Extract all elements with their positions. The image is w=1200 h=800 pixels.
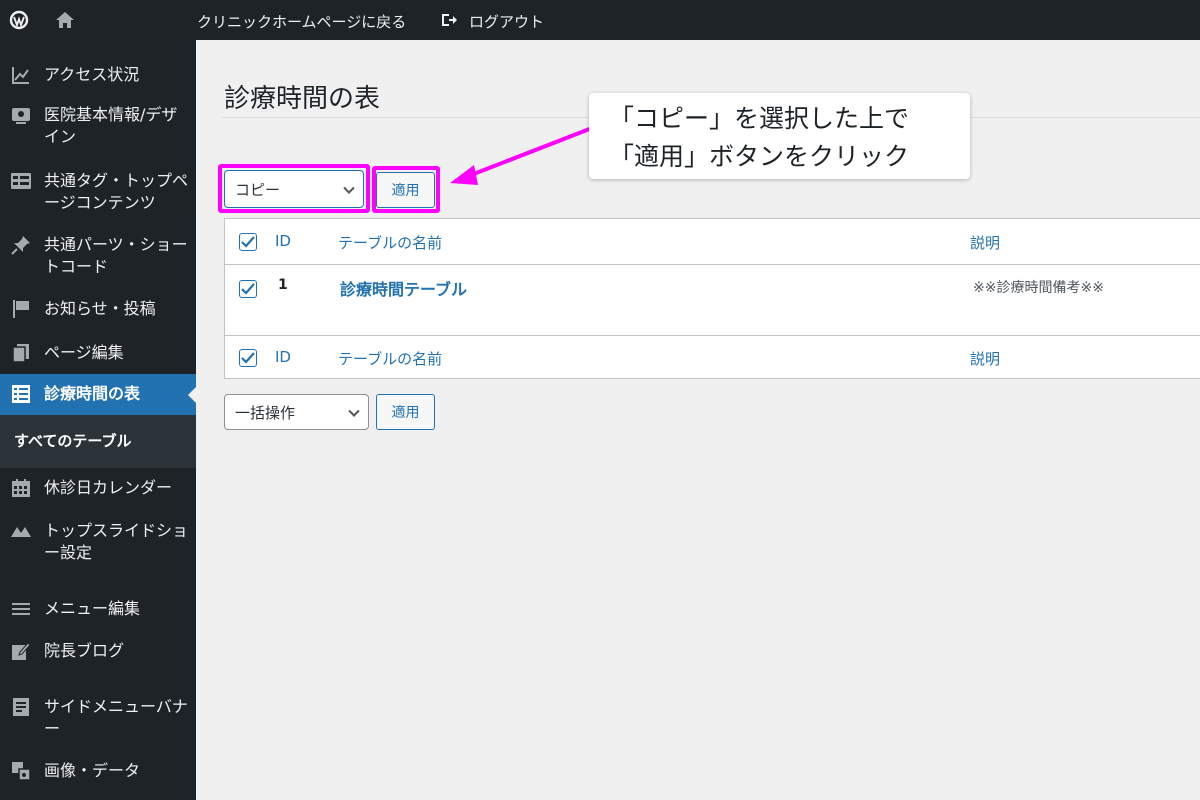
highlight-box-apply (372, 166, 440, 213)
sidebar-item-blog[interactable]: 院長ブログ (0, 640, 196, 666)
header-divider (225, 264, 1200, 265)
admin-sidebar: アクセス状況 医院基本情報/デザイン 共通タグ・トップページコンテンツ 共通パー… (0, 40, 196, 800)
callout-line-2: 「適用」ボタンをクリック (609, 142, 910, 171)
sidebar-item-shortcodes[interactable]: 共通パーツ・ショートコード (0, 234, 196, 284)
submenu-all-tables[interactable]: すべてのテーブル (0, 415, 196, 468)
bulk-action-selected-value: 一括操作 (235, 403, 296, 422)
instruction-callout: 「コピー」を選択した上で 「適用」ボタンをクリック (589, 93, 970, 179)
select-all-checkbox-footer[interactable] (239, 349, 257, 367)
column-footer-description: 説明 (970, 350, 1001, 368)
checkmark-icon (241, 236, 255, 248)
document-icon (10, 696, 32, 718)
sidebar-item-clinic-info[interactable]: 医院基本情報/デザイン (0, 104, 196, 154)
sidebar-item-access[interactable]: アクセス状況 (0, 64, 196, 90)
sidebar-item-label: 診療時間の表 (44, 384, 141, 403)
column-header-id[interactable]: ID (275, 232, 291, 250)
column-footer-name[interactable]: テーブルの名前 (338, 348, 442, 369)
sidebar-item-label: 医院基本情報/デザイン (44, 105, 178, 146)
page-title: 診療時間の表 (224, 84, 381, 114)
select-all-checkbox[interactable] (239, 233, 257, 251)
submenu-item-label: すべてのテーブル (14, 432, 132, 450)
sidebar-item-calendar[interactable]: 休診日カレンダー (0, 477, 196, 503)
back-to-site-link[interactable]: クリニックホームページに戻る (197, 11, 406, 32)
chevron-down-icon (348, 405, 360, 417)
sidebar-item-label: トップスライドショー設定 (44, 521, 189, 562)
sidebar-item-label: サイドメニューバナー (44, 697, 188, 738)
flag-icon (10, 298, 32, 320)
row-id: 1 (278, 277, 288, 293)
highlight-box-select (218, 164, 370, 213)
admin-topbar: クリニックホームページに戻る ログアウト (0, 0, 1200, 40)
active-menu-arrow (188, 387, 196, 403)
wp-logo-icon[interactable] (8, 10, 30, 30)
sidebar-item-label: アクセス状況 (44, 65, 140, 84)
sidebar-item-menu-edit[interactable]: メニュー編集 (0, 598, 196, 624)
row-table-name-link[interactable]: 診療時間テーブル (340, 276, 467, 300)
sidebar-item-label: 院長ブログ (44, 641, 125, 660)
row-checkbox[interactable] (239, 280, 257, 298)
media-icon (10, 760, 32, 782)
slides-icon (10, 520, 32, 542)
sidebar-item-side-banner[interactable]: サイドメニューバナー (0, 696, 196, 746)
callout-line-1: 「コピー」を選択した上で (609, 104, 910, 133)
annotation-arrow (450, 126, 593, 185)
sidebar-item-pages[interactable]: ページ編集 (0, 342, 196, 368)
sidebar-item-label: ページ編集 (44, 343, 124, 362)
sidebar-item-common-tags[interactable]: 共通タグ・トップページコンテンツ (0, 170, 196, 220)
pin-icon (10, 234, 32, 256)
sidebar-item-label: 画像・データ (44, 761, 141, 780)
apply-button-bottom[interactable]: 適用 (376, 394, 435, 430)
footer-divider (225, 335, 1200, 336)
logout-icon (438, 10, 460, 30)
sidebar-item-label: 休診日カレンダー (44, 478, 173, 497)
sidebar-item-slideshow[interactable]: トップスライドショー設定 (0, 520, 196, 570)
menu-icon (10, 598, 32, 620)
sidebar-item-label: お知らせ・投稿 (44, 299, 156, 318)
column-footer-id[interactable]: ID (275, 348, 291, 366)
sidebar-item-label: 共通パーツ・ショートコード (44, 235, 188, 276)
sidebar-item-label: 共通タグ・トップページコンテンツ (44, 171, 189, 212)
checkmark-icon (241, 352, 255, 364)
id-card-icon (10, 104, 32, 126)
pages-icon (10, 342, 32, 364)
column-header-name[interactable]: テーブルの名前 (338, 232, 442, 253)
sidebar-item-label: メニュー編集 (44, 599, 141, 618)
row-description: ※※診療時間備考※※ (973, 280, 1104, 296)
column-header-description: 説明 (970, 234, 1001, 252)
home-icon[interactable] (54, 10, 76, 30)
logout-link[interactable]: ログアウト (469, 11, 544, 32)
sidebar-item-schedule-table[interactable]: 診療時間の表 (0, 374, 196, 415)
sidebar-item-media[interactable]: 画像・データ (0, 760, 196, 786)
calendar-icon (10, 477, 32, 499)
layout-icon (10, 170, 32, 192)
table-icon (10, 383, 32, 405)
edit-icon (10, 640, 32, 662)
tables-list: ID テーブルの名前 説明 1 診療時間テーブル ※※診療時間備考※※ ID テ… (224, 218, 1200, 379)
chart-icon (10, 64, 32, 86)
bulk-action-select-bottom[interactable]: 一括操作 (224, 394, 369, 430)
sidebar-item-news[interactable]: お知らせ・投稿 (0, 298, 196, 324)
checkmark-icon (241, 283, 255, 295)
